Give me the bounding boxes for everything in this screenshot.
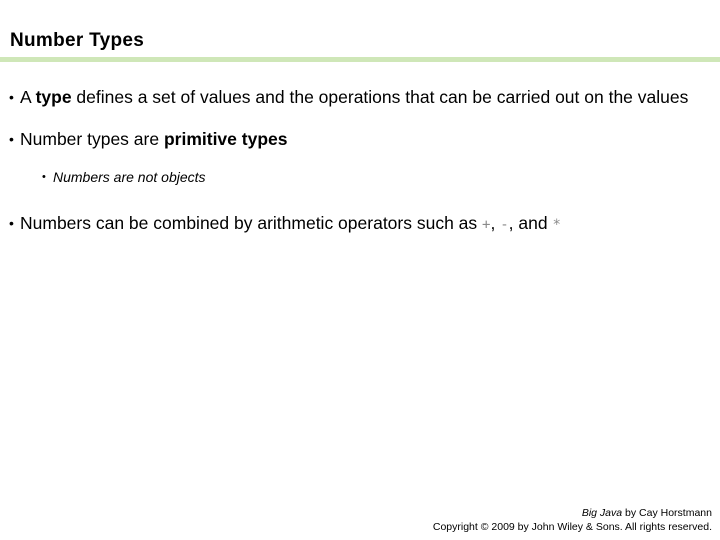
title-divider [0, 57, 720, 62]
bullet-item-2: • Number types are primitive types [0, 126, 720, 152]
bullet-dot-icon: • [9, 89, 14, 105]
footer-attribution: Big Java by Cay Horstmann [433, 507, 712, 520]
bullet-3-pre: Numbers can be combined by arithmetic op… [20, 213, 483, 233]
bullet-item-3: • Numbers can be combined by arithmetic … [0, 210, 720, 238]
bullet-3-sep-1: , [490, 213, 501, 233]
bullet-3-sep-2: , and [508, 213, 553, 233]
sub-bullet-text: Numbers are not objects [53, 169, 206, 185]
bullet-3-text: Numbers can be combined by arithmetic op… [20, 210, 720, 238]
operator-asterisk: * [552, 217, 561, 233]
bullet-1-text: A type defines a set of values and the o… [20, 84, 720, 110]
slide-body: • A type defines a set of values and the… [0, 84, 720, 238]
slide: Number Types • A type defines a set of v… [0, 0, 720, 540]
bullet-2-pre: Number types are [20, 129, 164, 149]
sub-bullet-item-1: • Numbers are not objects [0, 166, 720, 188]
bullet-1-post: defines a set of values and the operatio… [71, 87, 689, 107]
operator-minus: - [500, 217, 509, 233]
bullet-dot-icon: • [9, 215, 14, 231]
footer-byline: by Cay Horstmann [622, 507, 712, 519]
bullet-2-emphasis: primitive types [163, 129, 288, 149]
bullet-2-text: Number types are primitive types [20, 126, 720, 152]
footer: Big Java by Cay Horstmann Copyright © 20… [433, 507, 712, 534]
bullet-1-emphasis: type [35, 87, 72, 107]
bullet-1-pre: A [20, 87, 36, 107]
footer-book-title: Big Java [581, 507, 623, 519]
sub-bullet-dot-icon: • [42, 171, 46, 183]
footer-copyright: Copyright © 2009 by John Wiley & Sons. A… [432, 521, 712, 533]
page-title: Number Types [10, 30, 145, 51]
bullet-item-1: • A type defines a set of values and the… [0, 84, 720, 110]
bullet-dot-icon: • [9, 131, 14, 147]
